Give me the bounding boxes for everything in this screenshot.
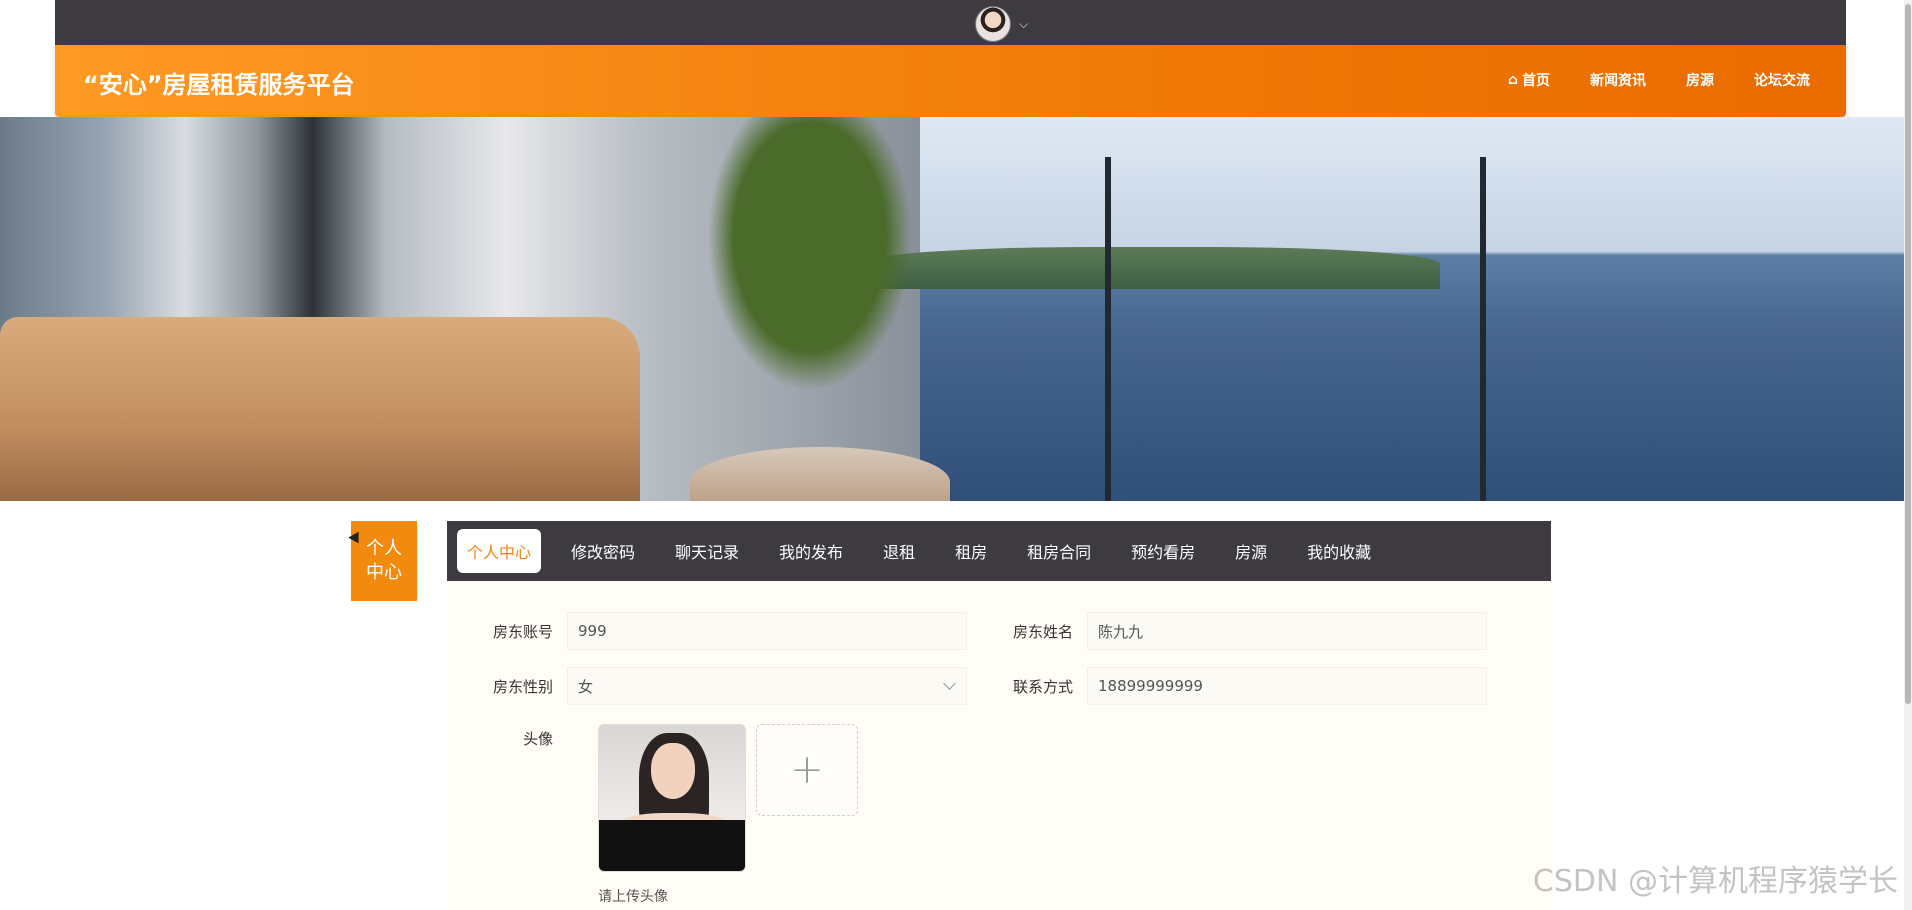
tab-my-posts[interactable]: 我的发布	[769, 529, 853, 573]
tab-listings[interactable]: 房源	[1225, 529, 1277, 573]
scrollbar[interactable]	[1904, 0, 1912, 910]
banner-tree	[690, 117, 930, 417]
account-label: 房东账号	[492, 622, 553, 641]
contact-label: 联系方式	[1012, 677, 1073, 696]
avatar-photo	[598, 724, 746, 872]
watermark: CSDN @计算机程序猿学长	[1532, 864, 1898, 899]
plus-icon: +	[790, 747, 824, 793]
user-menu[interactable]: ⌵	[975, 6, 1028, 42]
banner-glass-post	[1480, 157, 1486, 501]
profile-form: 房东账号 999 房东姓名 陈九九 房东性别 女 联系方式 1889999999…	[447, 581, 1551, 910]
home-icon: ⌂	[1507, 72, 1518, 88]
tab-end-lease[interactable]: 退租	[873, 529, 925, 573]
chevron-down-icon[interactable]: ⌵	[1019, 17, 1028, 32]
scrollbar-thumb[interactable]	[1905, 4, 1911, 704]
banner-island	[860, 247, 1440, 289]
name-row: 房东姓名 陈九九	[967, 612, 1487, 650]
gender-select[interactable]: 女	[567, 667, 967, 705]
top-user-bar: ⌵	[55, 0, 1846, 45]
tab-favorites[interactable]: 我的收藏	[1297, 529, 1381, 573]
gender-value: 女	[578, 677, 594, 696]
nav-home-label: 首页	[1522, 73, 1550, 89]
banner-glass-post	[1105, 157, 1111, 501]
user-avatar[interactable]	[975, 6, 1011, 42]
tab-chat-history[interactable]: 聊天记录	[665, 529, 749, 573]
tab-rent[interactable]: 租房	[945, 529, 997, 573]
avatar-row: 头像	[447, 724, 567, 749]
account-row: 房东账号 999	[447, 612, 967, 650]
name-label: 房东姓名	[1012, 622, 1073, 641]
contact-field[interactable]: 18899999999	[1087, 667, 1487, 705]
avatar-upload: +	[598, 724, 858, 872]
nav-news[interactable]: 新闻资讯	[1590, 70, 1646, 90]
tab-change-password[interactable]: 修改密码	[561, 529, 645, 573]
main-nav: ⌂ 首页 新闻资讯 房源 论坛交流	[1508, 70, 1810, 90]
gender-label: 房东性别	[492, 677, 553, 696]
user-center-tabs: 个人中心 修改密码 聊天记录 我的发布 退租 租房 租房合同 预约看房 房源 我…	[447, 521, 1551, 581]
tab-viewing-appointments[interactable]: 预约看房	[1121, 529, 1205, 573]
nav-listings[interactable]: 房源	[1686, 70, 1714, 90]
site-title[interactable]: “安心”房屋租赁服务平台	[83, 65, 355, 100]
account-field[interactable]: 999	[567, 612, 967, 650]
chevron-down-icon	[943, 677, 956, 690]
tab-personal-center[interactable]: 个人中心	[457, 529, 542, 573]
tab-lease-contract[interactable]: 租房合同	[1017, 529, 1101, 573]
name-field[interactable]: 陈九九	[1087, 612, 1487, 650]
hero-banner-image	[0, 117, 1904, 501]
contact-row: 联系方式 18899999999	[967, 667, 1487, 705]
site-header: “安心”房屋租赁服务平台 ⌂ 首页 新闻资讯 房源 论坛交流	[55, 45, 1846, 117]
nav-forum[interactable]: 论坛交流	[1754, 70, 1810, 90]
nav-home[interactable]: ⌂ 首页	[1508, 70, 1550, 90]
banner-sofa	[0, 317, 640, 501]
add-avatar-button[interactable]: +	[756, 724, 858, 816]
sidebar-tag-label: 个人 中心	[366, 538, 402, 583]
sidebar-personal-center[interactable]: 个人 中心	[351, 521, 417, 601]
upload-hint: 请上传头像	[598, 889, 668, 905]
avatar-label: 头像	[522, 730, 553, 748]
gender-row: 房东性别 女	[447, 667, 967, 705]
